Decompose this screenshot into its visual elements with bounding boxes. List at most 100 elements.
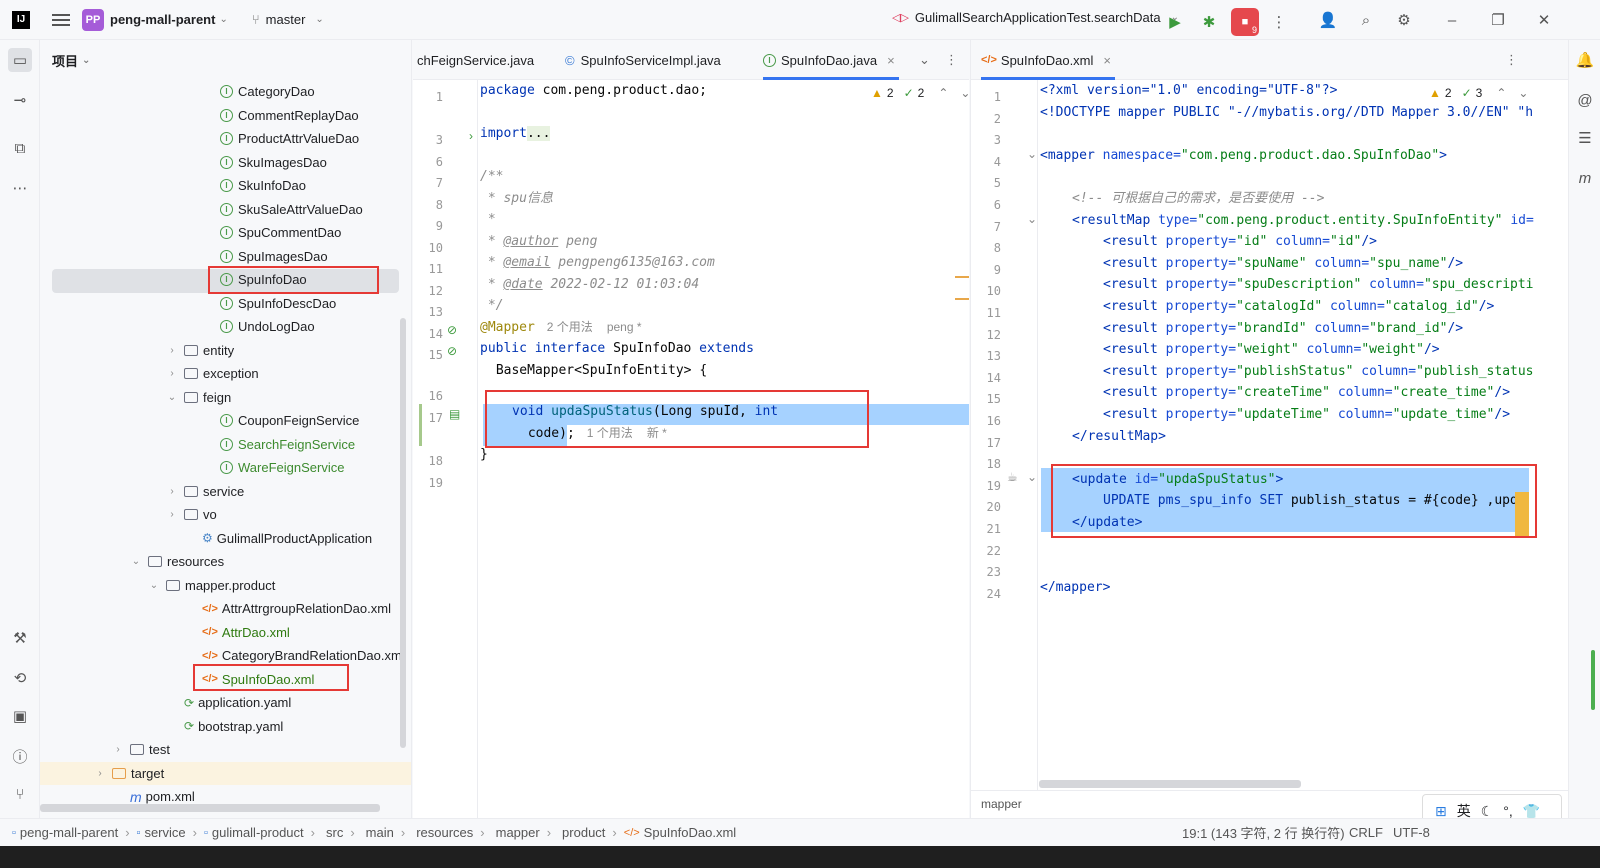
- terminal-icon[interactable]: ▣: [8, 704, 32, 728]
- add-user-icon[interactable]: 👤: [1316, 8, 1340, 32]
- structure-icon[interactable]: ⧉: [8, 136, 32, 160]
- chevron-down-icon[interactable]: ⌄: [960, 86, 969, 100]
- tree-item[interactable]: I CategoryDao: [220, 80, 315, 103]
- chevron-right-icon[interactable]: ›: [166, 486, 178, 497]
- tree-item[interactable]: I CouponFeignService: [220, 409, 359, 432]
- breadcrumb-item[interactable]: peng-mall-parent: [20, 825, 118, 840]
- tree-item[interactable]: I ProductAttrValueDao: [220, 127, 359, 150]
- author-hint[interactable]: peng *: [607, 320, 642, 334]
- breadcrumb-item[interactable]: product: [562, 825, 605, 840]
- tree-item[interactable]: › exception: [166, 362, 258, 385]
- xml-nav-icon[interactable]: ▤: [449, 407, 460, 421]
- close-tab-icon[interactable]: ×: [1103, 53, 1111, 68]
- run-config-selector[interactable]: ◁▷ GulimallSearchApplicationTest.searchD…: [892, 10, 1179, 25]
- tree-item[interactable]: I SkuInfoDao: [220, 174, 306, 197]
- xml-hscrollbar[interactable]: [1039, 780, 1301, 788]
- breadcrumb-item[interactable]: service: [144, 825, 185, 840]
- tree-item[interactable]: I CommentReplayDao: [220, 104, 359, 127]
- search-icon[interactable]: ⌕: [1354, 8, 1378, 32]
- line-separator[interactable]: CRLF: [1349, 825, 1383, 840]
- tree-item[interactable]: › entity: [166, 339, 234, 362]
- project-switcher[interactable]: peng-mall-parent: [110, 12, 215, 27]
- java-nav-icon[interactable]: ☕: [1007, 470, 1018, 484]
- tree-item[interactable]: </> AttrDao.xml: [202, 621, 290, 644]
- tree-item[interactable]: ⌄ resources: [130, 550, 224, 573]
- tree-item[interactable]: I UndoLogDao: [220, 315, 315, 338]
- breadcrumb-item[interactable]: src: [326, 825, 343, 840]
- tab-feign-service[interactable]: chFeignService.java: [417, 40, 534, 80]
- more-actions-icon[interactable]: ⋮: [1267, 10, 1291, 34]
- tree-item[interactable]: I SkuImagesDao: [220, 151, 327, 174]
- chevron-down-icon[interactable]: ⌄: [1518, 86, 1528, 100]
- project-hscrollbar[interactable]: [40, 804, 380, 812]
- tab-list-chevron-icon[interactable]: ⌄: [919, 40, 930, 80]
- tree-item[interactable]: › target: [40, 761, 411, 785]
- project-folder-icon[interactable]: ▭: [8, 48, 32, 72]
- stop-icon[interactable]: ■ 9: [1231, 8, 1259, 36]
- fold-icon[interactable]: ⌄: [1027, 147, 1037, 161]
- close-icon[interactable]: ✕: [1532, 8, 1556, 32]
- notifications-icon[interactable]: 🔔: [1573, 48, 1597, 72]
- tree-item[interactable]: ⌄ feign: [166, 386, 231, 409]
- breadcrumb-item[interactable]: mapper: [496, 825, 540, 840]
- tab-spu-info-service-impl[interactable]: © SpuInfoServiceImpl.java: [565, 40, 721, 80]
- database-icon[interactable]: ☰: [1573, 126, 1597, 150]
- run-icon[interactable]: ▶: [1163, 10, 1187, 34]
- cursor-position[interactable]: 19:1 (143 字符, 2 行 换行符): [1182, 823, 1345, 842]
- mapper-icon[interactable]: ⊘: [447, 323, 457, 337]
- fold-icon[interactable]: ›: [469, 129, 473, 143]
- xml-editor[interactable]: </> SpuInfoDao.xml × ⋮ ▲ 2 ✓ 3 ⌃ ⌄ 123456789…: [970, 40, 1568, 818]
- chevron-right-icon[interactable]: ›: [166, 345, 178, 356]
- tab-spu-info-dao-xml[interactable]: </> SpuInfoDao.xml ×: [981, 40, 1115, 80]
- chevron-up-icon[interactable]: ⌃: [1496, 86, 1506, 100]
- tree-item[interactable]: I WareFeignService: [220, 456, 344, 479]
- tree-item[interactable]: › test: [112, 738, 170, 761]
- chevron-down-icon[interactable]: ⌄: [166, 392, 178, 403]
- maximize-icon[interactable]: ❐: [1486, 8, 1510, 32]
- usage-hint[interactable]: 2 个用法: [547, 320, 593, 334]
- tree-item[interactable]: I SkuSaleAttrValueDao: [220, 198, 363, 221]
- project-scrollbar[interactable]: [400, 318, 406, 748]
- tab-more-icon[interactable]: ⋮: [1505, 40, 1518, 80]
- close-tab-icon[interactable]: ×: [887, 53, 895, 68]
- chevron-down-icon[interactable]: ⌄: [130, 556, 142, 567]
- branch-switcher[interactable]: ⑂ master ⌄: [252, 12, 324, 27]
- fold-icon[interactable]: ⌄: [1027, 212, 1037, 226]
- build-icon[interactable]: ⚒: [8, 626, 32, 650]
- chevron-right-icon[interactable]: ›: [94, 768, 106, 779]
- tab-more-icon[interactable]: ⋮: [945, 40, 958, 80]
- project-panel-header[interactable]: 项目 ⌄: [40, 40, 411, 80]
- tree-item[interactable]: I SpuInfoDescDao: [220, 292, 336, 315]
- tree-item[interactable]: ⚙ GulimallProductApplication: [202, 527, 372, 550]
- more-tools-icon[interactable]: ⋯: [8, 176, 32, 200]
- problems-icon[interactable]: ⓘ: [8, 744, 32, 768]
- chevron-right-icon[interactable]: ›: [112, 744, 124, 755]
- tab-spu-info-dao-java[interactable]: I SpuInfoDao.java ×: [763, 40, 899, 80]
- breadcrumb-item[interactable]: resources: [416, 825, 473, 840]
- java-editor[interactable]: chFeignService.java © SpuInfoServiceImpl.…: [413, 40, 969, 818]
- file-encoding[interactable]: UTF-8: [1393, 825, 1430, 840]
- fold-icon[interactable]: ⌄: [1027, 470, 1037, 484]
- tree-item[interactable]: ⌄ mapper.product: [148, 574, 276, 597]
- services-icon[interactable]: ⟲: [8, 666, 32, 690]
- commit-icon[interactable]: ⊸: [8, 88, 32, 112]
- breadcrumb-item[interactable]: SpuInfoDao.xml: [644, 825, 737, 840]
- maven-icon[interactable]: m: [1573, 166, 1597, 190]
- tree-item[interactable]: I SpuImagesDao: [220, 245, 328, 268]
- tree-item[interactable]: I SearchFeignService: [220, 433, 355, 456]
- debug-icon[interactable]: ✱: [1197, 10, 1221, 34]
- chevron-right-icon[interactable]: ›: [166, 509, 178, 520]
- settings-icon[interactable]: ⚙: [1392, 8, 1416, 32]
- tree-item[interactable]: </> AttrAttrgroupRelationDao.xml: [202, 597, 391, 620]
- inspection-widget[interactable]: ▲ 2 ✓ 2 ⌃ ⌄: [871, 86, 969, 100]
- tree-item[interactable]: I SpuCommentDao: [220, 221, 341, 244]
- chevron-right-icon[interactable]: ›: [166, 368, 178, 379]
- breadcrumb-item[interactable]: gulimall-product: [212, 825, 304, 840]
- chevron-down-icon[interactable]: ⌄: [148, 580, 160, 591]
- tree-item[interactable]: › service: [166, 480, 244, 503]
- tree-item[interactable]: ⟳ bootstrap.yaml: [184, 715, 283, 738]
- tree-item[interactable]: › vo: [166, 503, 216, 526]
- mapper-icon[interactable]: ⊘: [447, 344, 457, 358]
- minimize-icon[interactable]: –: [1440, 8, 1464, 32]
- git-icon[interactable]: ⑂: [8, 782, 32, 806]
